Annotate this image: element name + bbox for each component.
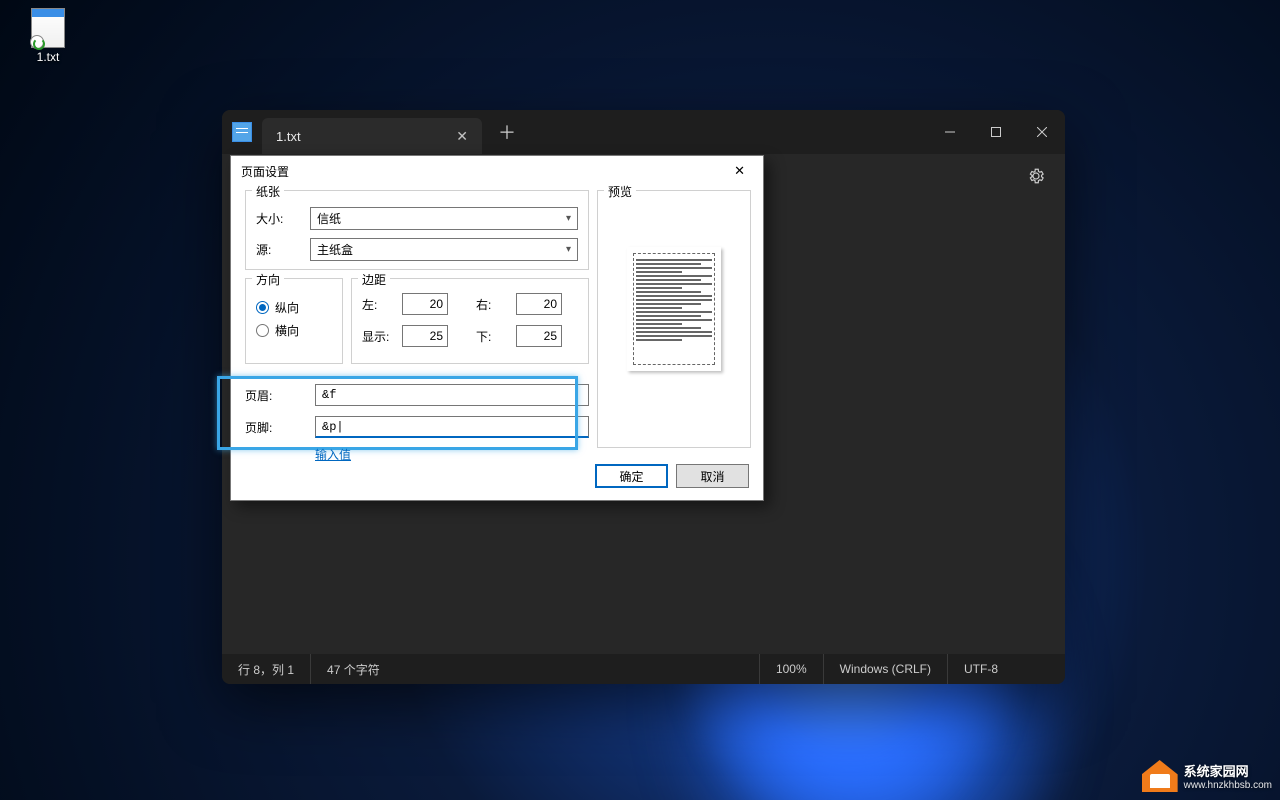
notepad-app-icon [232, 122, 252, 142]
paper-size-combo[interactable]: 信纸 ▾ [310, 207, 578, 230]
minimize-icon [945, 127, 955, 137]
paper-legend: 纸张 [252, 183, 284, 200]
preview-group: 预览 [597, 190, 751, 448]
paper-size-label: 大小: [256, 210, 310, 227]
margin-right-label: 右: [476, 296, 510, 313]
margin-left-label: 左: [362, 296, 396, 313]
desktop-file-label: 1.txt [20, 50, 76, 64]
preview-legend: 预览 [604, 183, 636, 200]
radio-unchecked-icon [256, 324, 269, 337]
paper-source-combo[interactable]: 主纸盒 ▾ [310, 238, 578, 261]
maximize-icon [991, 127, 1001, 137]
orientation-legend: 方向 [252, 271, 284, 288]
status-charcount: 47 个字符 [310, 654, 396, 684]
minimize-button[interactable] [927, 110, 973, 154]
textfile-icon [31, 8, 65, 48]
radio-checked-icon [256, 301, 269, 314]
ok-button[interactable]: 确定 [595, 464, 668, 488]
tab-close-icon[interactable]: ✕ [456, 128, 468, 145]
new-tab-button[interactable]: ＋ [482, 119, 532, 145]
footer-input[interactable] [315, 416, 589, 438]
settings-button[interactable] [1019, 159, 1053, 193]
gear-icon [1027, 167, 1045, 185]
cancel-button[interactable]: 取消 [676, 464, 749, 488]
orientation-portrait-label: 纵向 [275, 299, 299, 316]
margin-top-input[interactable] [402, 325, 448, 347]
close-icon [1037, 127, 1047, 137]
window-close-button[interactable] [1019, 110, 1065, 154]
margin-top-label: 显示: [362, 328, 396, 345]
status-zoom[interactable]: 100% [759, 654, 823, 684]
house-icon [1142, 760, 1178, 792]
margin-group: 边距 左: 右: 显示: 下: [351, 278, 589, 364]
tab-title: 1.txt [276, 129, 301, 144]
orientation-portrait-radio[interactable]: 纵向 [256, 299, 332, 316]
paper-source-value: 主纸盒 [317, 241, 353, 258]
desktop-file-icon[interactable]: 1.txt [20, 8, 76, 64]
sync-badge-icon [30, 35, 44, 49]
status-position: 行 8，列 1 [222, 654, 310, 684]
header-input[interactable] [315, 384, 589, 406]
page-setup-dialog: 页面设置 ✕ 纸张 大小: 信纸 ▾ 源: 主纸盒 ▾ 预览 [230, 155, 764, 501]
status-encoding[interactable]: UTF-8 [947, 654, 1065, 684]
watermark: 系统家园网 www.hnzkhbsb.com [1142, 760, 1272, 792]
chevron-down-icon: ▾ [566, 244, 571, 255]
orientation-landscape-radio[interactable]: 横向 [256, 322, 332, 339]
status-bar: 行 8，列 1 47 个字符 100% Windows (CRLF) UTF-8 [222, 654, 1065, 684]
margin-left-input[interactable] [402, 293, 448, 315]
watermark-name: 系统家园网 [1184, 764, 1249, 779]
margin-bottom-label: 下: [476, 328, 510, 345]
margin-bottom-input[interactable] [516, 325, 562, 347]
margin-right-input[interactable] [516, 293, 562, 315]
tab-active[interactable]: 1.txt ✕ [262, 118, 482, 154]
dialog-title: 页面设置 [241, 163, 289, 180]
titlebar[interactable]: 1.txt ✕ ＋ [222, 110, 1065, 154]
orientation-landscape-label: 横向 [275, 322, 299, 339]
paper-size-value: 信纸 [317, 210, 341, 227]
dialog-close-button[interactable]: ✕ [726, 159, 753, 183]
margin-legend: 边距 [358, 271, 390, 288]
preview-page [627, 247, 721, 371]
maximize-button[interactable] [973, 110, 1019, 154]
dialog-titlebar[interactable]: 页面设置 ✕ [231, 156, 763, 186]
input-values-link[interactable]: 输入值 [315, 446, 351, 463]
chevron-down-icon: ▾ [566, 213, 571, 224]
watermark-url: www.hnzkhbsb.com [1184, 780, 1272, 791]
header-label: 页眉: [245, 387, 315, 404]
paper-source-label: 源: [256, 241, 310, 258]
footer-label: 页脚: [245, 419, 315, 436]
status-line-ending[interactable]: Windows (CRLF) [823, 654, 947, 684]
paper-group: 纸张 大小: 信纸 ▾ 源: 主纸盒 ▾ [245, 190, 589, 270]
orientation-group: 方向 纵向 横向 [245, 278, 343, 364]
